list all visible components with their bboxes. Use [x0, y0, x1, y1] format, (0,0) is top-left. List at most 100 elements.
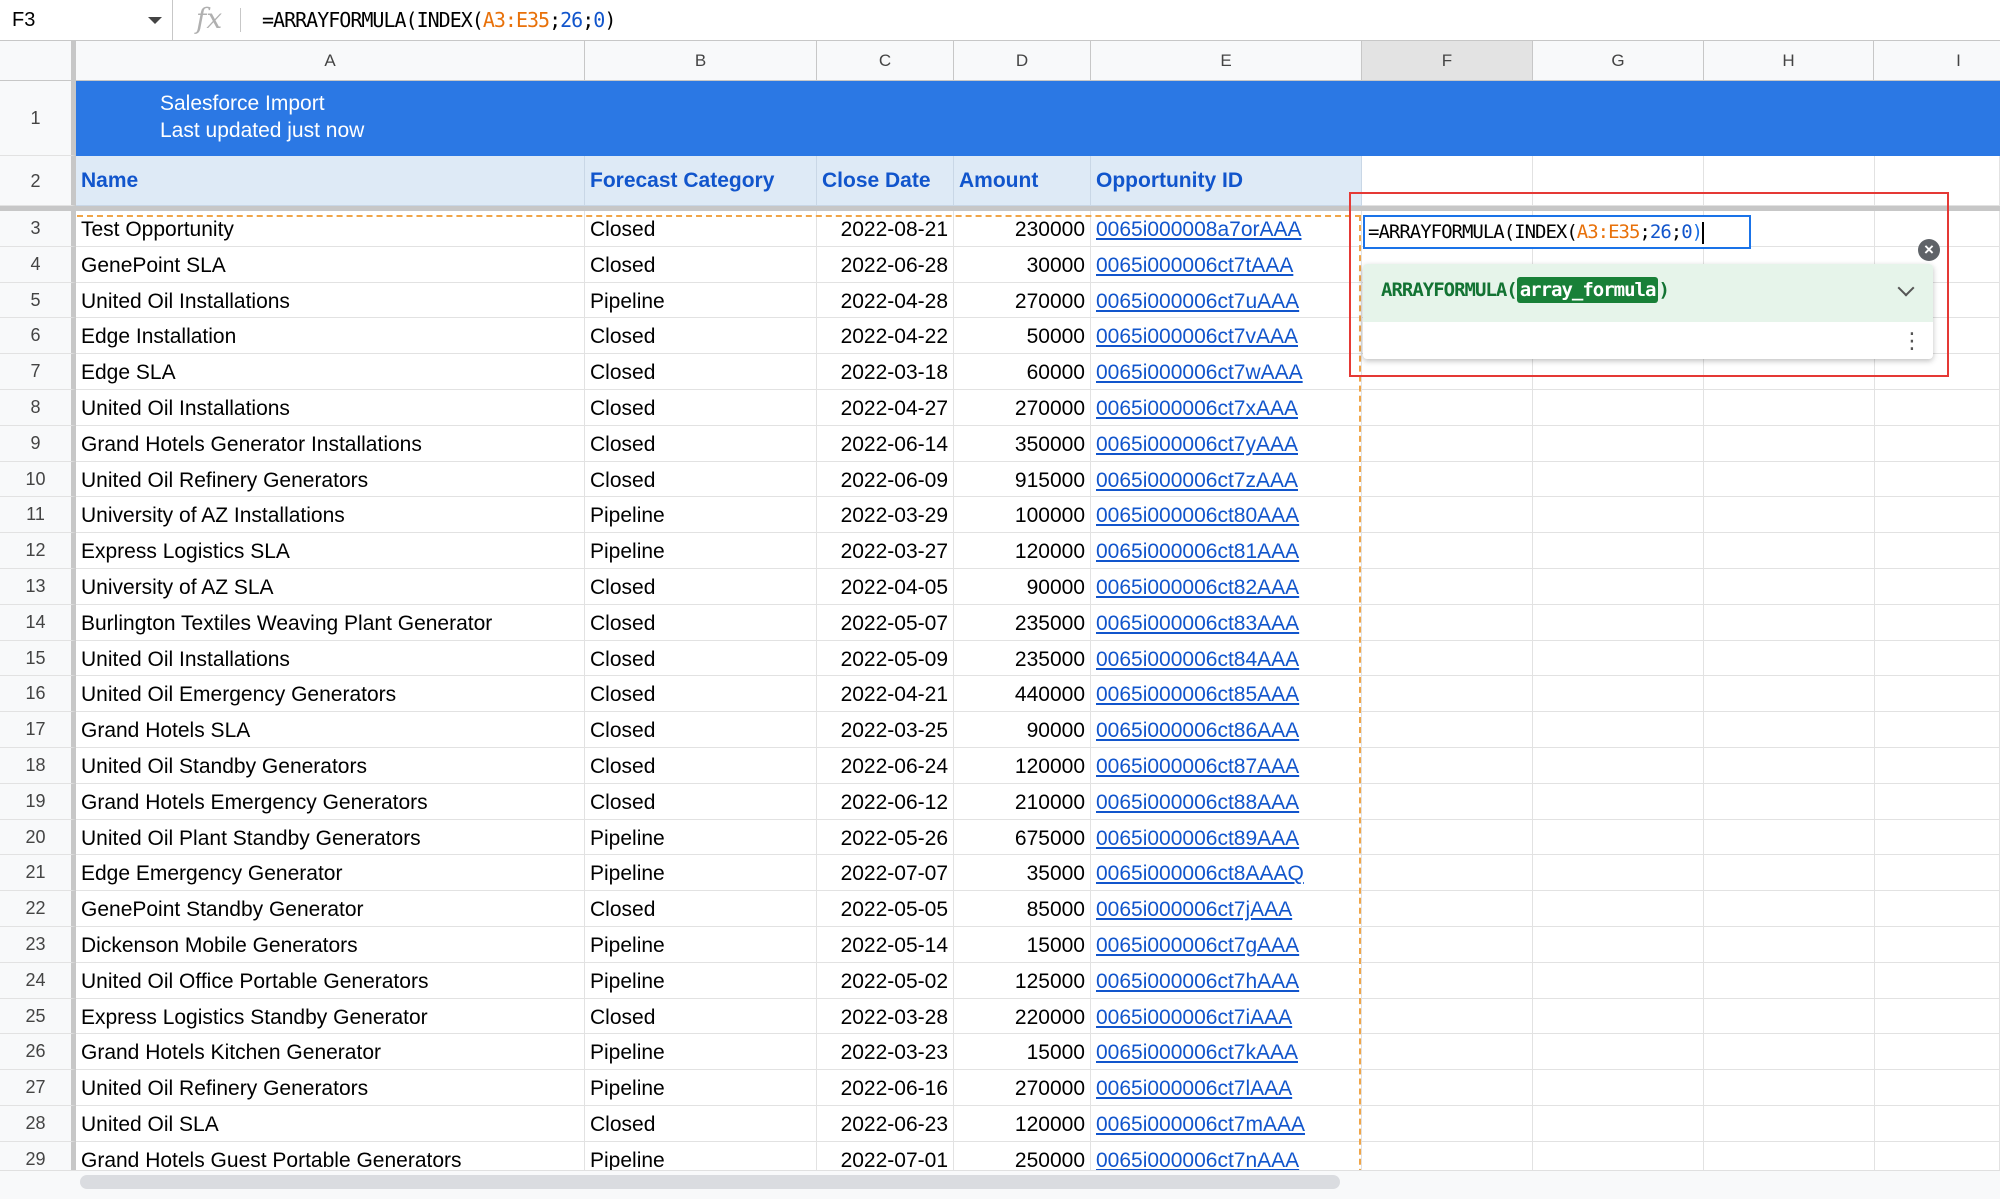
row-header[interactable]: 9: [0, 425, 76, 462]
empty-cell[interactable]: [1704, 390, 1875, 426]
cell-amount[interactable]: 350000: [954, 425, 1091, 462]
empty-cell[interactable]: [1874, 676, 2000, 713]
empty-cell[interactable]: [1533, 1106, 1704, 1142]
cell-close-date[interactable]: 2022-05-05: [817, 891, 954, 927]
scrollbar-thumb[interactable]: [80, 1175, 1340, 1189]
cell-editor[interactable]: =ARRAYFORMULA(INDEX(A3:E35;26;0): [1363, 215, 1751, 249]
row-header[interactable]: 14: [0, 604, 76, 641]
cell-name[interactable]: Grand Hotels Guest Portable Generators: [76, 1141, 585, 1173]
cell-opportunity-id[interactable]: 0065i000006ct7vAAA: [1091, 318, 1362, 355]
cell-close-date[interactable]: 2022-03-28: [817, 998, 954, 1035]
row-header[interactable]: 4: [0, 246, 76, 283]
cell-amount[interactable]: 120000: [954, 1106, 1091, 1142]
empty-cell[interactable]: [1533, 748, 1704, 784]
horizontal-scrollbar[interactable]: [0, 1170, 2000, 1199]
cell-close-date[interactable]: 2022-03-25: [817, 712, 954, 748]
cell-close-date[interactable]: 2022-06-09: [817, 461, 954, 498]
row-header[interactable]: 20: [0, 819, 76, 856]
cell-opportunity-id[interactable]: 0065i000006ct7mAAA: [1091, 1106, 1362, 1142]
empty-cell[interactable]: [1704, 497, 1875, 534]
cell-name[interactable]: Test Opportunity: [76, 211, 585, 247]
cell-forecast-category[interactable]: Closed: [585, 354, 817, 390]
empty-cell[interactable]: [1874, 497, 2000, 534]
empty-cell[interactable]: [1362, 640, 1533, 677]
cell-opportunity-id[interactable]: 0065i000006ct89AAA: [1091, 819, 1362, 856]
row-header[interactable]: 11: [0, 497, 76, 534]
cell-name[interactable]: Grand Hotels Emergency Generators: [76, 783, 585, 820]
empty-cell[interactable]: [1533, 927, 1704, 963]
column-header-i[interactable]: I: [1874, 41, 2000, 80]
empty-cell[interactable]: [1533, 1070, 1704, 1106]
cell-opportunity-id[interactable]: 0065i000006ct7xAAA: [1091, 390, 1362, 426]
column-header-f[interactable]: F: [1362, 41, 1533, 80]
empty-cell[interactable]: [1362, 604, 1533, 641]
row-header-1[interactable]: 1: [0, 81, 76, 156]
cell-name[interactable]: Edge Emergency Generator: [76, 855, 585, 892]
cell-name[interactable]: United Oil Refinery Generators: [76, 461, 585, 498]
cell-name[interactable]: United Oil Emergency Generators: [76, 676, 585, 713]
column-header-d[interactable]: D: [954, 41, 1091, 80]
cell-close-date[interactable]: 2022-07-01: [817, 1141, 954, 1173]
cell-amount[interactable]: 675000: [954, 819, 1091, 856]
cell-name[interactable]: Grand Hotels Generator Installations: [76, 425, 585, 462]
cell-amount[interactable]: 100000: [954, 497, 1091, 534]
empty-cell[interactable]: [1874, 712, 2000, 748]
empty-cell[interactable]: [1362, 676, 1533, 713]
cell-name[interactable]: United Oil Office Portable Generators: [76, 962, 585, 999]
title-banner[interactable]: Salesforce Import Last updated just now: [76, 81, 1362, 156]
cell-name[interactable]: United Oil Installations: [76, 282, 585, 319]
cell-name[interactable]: University of AZ SLA: [76, 569, 585, 605]
cell-amount[interactable]: 90000: [954, 569, 1091, 605]
empty-cell[interactable]: [1874, 461, 2000, 498]
row-header[interactable]: 21: [0, 855, 76, 892]
row-header[interactable]: 5: [0, 282, 76, 319]
empty-cell[interactable]: [1362, 533, 1533, 569]
empty-cell[interactable]: [1874, 1141, 2000, 1173]
empty-cell[interactable]: [1533, 497, 1704, 534]
cell-amount[interactable]: 15000: [954, 1034, 1091, 1071]
empty-cell[interactable]: [1362, 1034, 1533, 1071]
empty-cell[interactable]: [1704, 604, 1875, 641]
function-signature[interactable]: ARRAYFORMULA(array_formula): [1363, 264, 1933, 322]
cell-forecast-category[interactable]: Closed: [585, 1106, 817, 1142]
row-header[interactable]: 29: [0, 1141, 76, 1173]
empty-cell[interactable]: [1874, 390, 2000, 426]
cell-forecast-category[interactable]: Closed: [585, 998, 817, 1035]
cell-opportunity-id[interactable]: 0065i000006ct81AAA: [1091, 533, 1362, 569]
empty-cell[interactable]: [1704, 425, 1875, 462]
empty-cell[interactable]: [1874, 533, 2000, 569]
row-header[interactable]: 24: [0, 962, 76, 999]
cell-opportunity-id[interactable]: 0065i000006ct7hAAA: [1091, 962, 1362, 999]
row-header[interactable]: 3: [0, 211, 76, 247]
row-header[interactable]: 12: [0, 533, 76, 569]
cell-opportunity-id[interactable]: 0065i000006ct84AAA: [1091, 640, 1362, 677]
row-header[interactable]: 10: [0, 461, 76, 498]
cell-opportunity-id[interactable]: 0065i000006ct82AAA: [1091, 569, 1362, 605]
cell-name[interactable]: GenePoint SLA: [76, 246, 585, 283]
empty-cell[interactable]: [1704, 819, 1875, 856]
chevron-down-icon[interactable]: [148, 17, 162, 24]
cell-forecast-category[interactable]: Pipeline: [585, 819, 817, 856]
cell-amount[interactable]: 235000: [954, 640, 1091, 677]
empty-cell[interactable]: [1533, 783, 1704, 820]
cell-opportunity-id[interactable]: 0065i000006ct8AAAQ: [1091, 855, 1362, 892]
cell-forecast-category[interactable]: Closed: [585, 211, 817, 247]
cell-opportunity-id[interactable]: 0065i000008a7orAAA: [1091, 211, 1362, 247]
cell-forecast-category[interactable]: Closed: [585, 246, 817, 283]
empty-cell[interactable]: [1874, 927, 2000, 963]
cell-opportunity-id[interactable]: 0065i000006ct7yAAA: [1091, 425, 1362, 462]
empty-cell[interactable]: [1704, 855, 1875, 892]
empty-cell[interactable]: [1533, 640, 1704, 677]
cell-amount[interactable]: 440000: [954, 676, 1091, 713]
row-header[interactable]: 23: [0, 927, 76, 963]
row-header[interactable]: 13: [0, 569, 76, 605]
cell-forecast-category[interactable]: Closed: [585, 891, 817, 927]
empty-cell[interactable]: [1704, 712, 1875, 748]
close-icon[interactable]: ×: [1918, 239, 1940, 261]
header-forecast-category[interactable]: Forecast Category: [585, 156, 817, 206]
cell-close-date[interactable]: 2022-03-29: [817, 497, 954, 534]
empty-cell[interactable]: [1533, 676, 1704, 713]
empty-cell[interactable]: [1533, 569, 1704, 605]
empty-cell[interactable]: [1362, 569, 1533, 605]
cell-forecast-category[interactable]: Pipeline: [585, 855, 817, 892]
